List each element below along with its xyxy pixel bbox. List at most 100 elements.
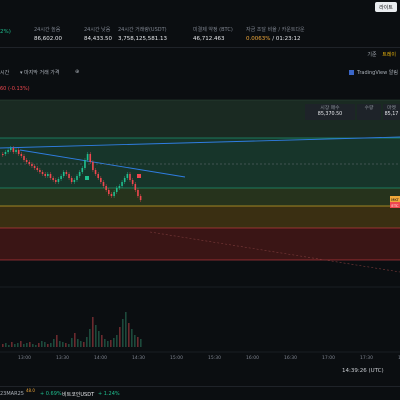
quantity-box[interactable]: 수량 (357, 104, 381, 120)
candle (65, 172, 68, 174)
candle (70, 178, 73, 182)
volume-bar (116, 335, 118, 347)
candle (60, 176, 62, 179)
candle (115, 188, 118, 192)
volume-bar (140, 339, 142, 347)
candle (55, 180, 57, 182)
volume-bar (14, 344, 16, 347)
tab-trading[interactable]: 트레이 (382, 52, 396, 58)
volume-bar (95, 325, 97, 347)
buy-marker-icon[interactable] (85, 176, 89, 180)
volume-bar (107, 341, 109, 347)
volume-bar (17, 343, 19, 347)
candle (108, 190, 110, 194)
candle (129, 174, 131, 180)
volume-bar (11, 342, 13, 347)
volume-bar (68, 344, 70, 347)
stat-change: 2%) (0, 29, 11, 35)
volume-bar (77, 339, 79, 347)
candle (110, 194, 113, 196)
candle (123, 178, 126, 182)
utc-time-readout: 14:39:26 (UTC) (342, 368, 384, 374)
candle (134, 184, 137, 190)
volume-bar (113, 338, 115, 347)
candle (86, 154, 89, 160)
basis-label[interactable]: 기준 (367, 52, 376, 58)
chart-toolbar: 시간 ▾ 마지막 거래 가격 ⊕ TradingView 알림 (0, 66, 400, 80)
market-sell-box[interactable]: 마켓 85,17 (383, 104, 400, 120)
candle (31, 164, 33, 166)
volume-bar (59, 341, 61, 347)
volume-bar (92, 317, 94, 347)
stat-24h-high: 24시간 높음 86,602.00 (34, 27, 62, 42)
volume-bar (128, 323, 130, 347)
candle (118, 186, 121, 188)
theme-toggle-button[interactable]: 라이트 (375, 2, 397, 12)
candle (89, 154, 92, 162)
candle (52, 178, 54, 180)
price-chart[interactable]: 60 (-0.13%) 13:00 13:30 14:00 14:30 15:00 15:… (0, 82, 400, 370)
volume-bar (56, 335, 58, 347)
candle (15, 150, 17, 152)
price-source-selector[interactable]: ▾ 마지막 거래 가격 (20, 69, 60, 76)
x-tick-label: 17:30 (360, 355, 373, 361)
candle (49, 174, 52, 178)
candle (97, 174, 99, 178)
volume-bar (53, 339, 55, 347)
candle (12, 148, 15, 152)
etc-tag: ETC (390, 202, 400, 208)
volume-bar (35, 345, 37, 347)
x-axis: 13:00 13:30 14:00 14:30 15:00 15:30 16:00 16:30… (18, 355, 400, 361)
x-tick-label: 15:30 (208, 355, 221, 361)
volume-bar (47, 344, 49, 347)
volume-bar (119, 327, 121, 347)
interval-selector[interactable]: 시간 (0, 69, 9, 76)
indicators-button[interactable]: ⊕ (75, 69, 79, 75)
candle (23, 156, 25, 160)
bottom-bar: 23MAR25 48.0 + 0.69% 비트코인USDT + 1.24% (0, 386, 400, 400)
stat-open-interest: 미결제 약정 (BTC) 46,712.463 (193, 27, 233, 42)
volume-bar (131, 329, 133, 347)
volume-bar (38, 343, 40, 347)
bottom-change-1: + 0.69% (40, 391, 62, 397)
view-tabs: 기준 트레이 (0, 48, 400, 62)
candle (73, 180, 76, 182)
volume-bar (20, 341, 22, 347)
bottom-ticker[interactable]: 비트코인USDT (62, 391, 94, 398)
volume-bar (101, 335, 103, 347)
market-buy-box[interactable]: 시장 매수 85,370.50 (305, 104, 355, 120)
candle (9, 148, 12, 150)
x-tick-label: 14:30 (132, 355, 145, 361)
volume-bar (32, 344, 34, 347)
x-tick-label: 17:00 (322, 355, 335, 361)
tradingview-alert[interactable]: TradingView 알림 (349, 69, 398, 76)
x-tick-label: 13:30 (56, 355, 69, 361)
volume-bar (104, 339, 106, 347)
x-tick-label: 16:00 (246, 355, 259, 361)
zone-upper (0, 138, 400, 188)
candle (105, 186, 107, 190)
volume-bar (41, 341, 43, 347)
tradingview-icon (349, 70, 354, 75)
candle (33, 166, 36, 168)
volume-bar (23, 344, 25, 347)
volume-bar (83, 342, 85, 347)
candle (17, 150, 20, 154)
volume-bar (89, 329, 91, 347)
ticker-stats: 2%) 24시간 높음 86,602.00 24시간 낮음 84,433.50 … (0, 20, 400, 44)
volume-bar (98, 331, 100, 347)
volume-bar (71, 338, 73, 347)
candle (39, 170, 41, 172)
candle (84, 160, 86, 168)
candle (47, 174, 49, 176)
candle (131, 180, 134, 184)
price-change-label: 60 (-0.13%) (0, 86, 30, 92)
candle (68, 174, 70, 178)
volume-bar (44, 342, 46, 347)
candle (25, 160, 28, 162)
sell-marker-icon[interactable] (137, 174, 141, 178)
bottom-change-2: + 1.24% (98, 391, 120, 397)
volume-bar (122, 319, 124, 347)
bottom-badge: 48.0 (26, 388, 35, 393)
zone-red (0, 228, 400, 260)
